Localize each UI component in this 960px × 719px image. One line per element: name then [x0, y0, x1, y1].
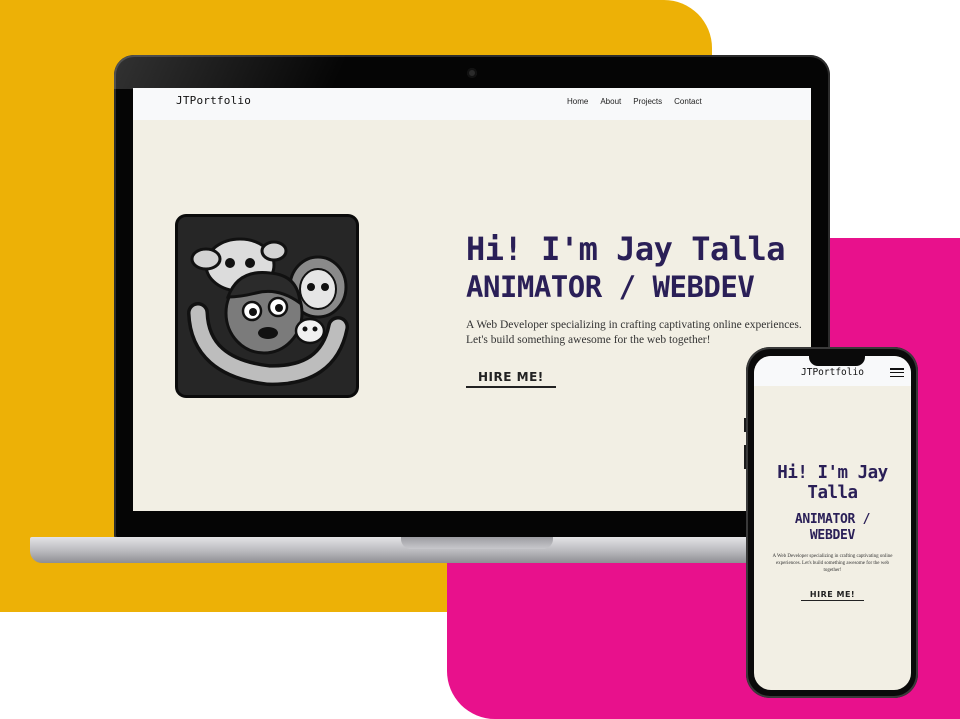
- hero-greeting: Hi! I'm Jay Talla: [466, 230, 786, 268]
- nav-links: Home About Projects Contact: [567, 97, 702, 106]
- hero-role: ANIMATOR / WEBDEV: [466, 270, 755, 304]
- desktop-navbar: JTPortfolio Home About Projects Contact: [133, 88, 811, 120]
- mobile-hero-role: ANIMATOR / WEBDEV: [754, 512, 911, 544]
- phone-notch: [809, 355, 865, 366]
- mobile-brand-logo[interactable]: JTPortfolio: [801, 367, 864, 378]
- nav-link-home[interactable]: Home: [567, 97, 588, 106]
- role-line-1: ANIMATOR /: [794, 512, 871, 527]
- role-line-2: WEBDEV: [809, 528, 856, 543]
- mobile-hire-me-button[interactable]: HIRE ME!: [800, 590, 865, 601]
- hire-me-button[interactable]: HIRE ME!: [466, 370, 556, 388]
- nav-link-about[interactable]: About: [600, 97, 621, 106]
- mobile-cta-wrap: HIRE ME!: [754, 582, 911, 601]
- mobile-hero-greeting: Hi! I'm Jay Talla: [754, 463, 911, 503]
- brand-logo[interactable]: JTPortfolio: [176, 94, 251, 107]
- hamburger-menu-icon[interactable]: [890, 368, 904, 377]
- nav-link-projects[interactable]: Projects: [633, 97, 662, 106]
- webcam-icon: [467, 68, 477, 78]
- greeting-line-1: Hi! I'm Jay: [777, 463, 888, 483]
- greeting-line-2: Talla: [807, 483, 858, 503]
- cartoon-characters-icon: [187, 237, 349, 387]
- laptop-base: [30, 537, 748, 563]
- mobile-hero-description: A Web Developer specializing in crafting…: [772, 554, 893, 573]
- phone-screen: JTPortfolio Hi! I'm Jay Talla ANIMATOR /…: [754, 356, 911, 690]
- avatar-illustration: [178, 217, 356, 395]
- laptop-screen: JTPortfolio Home About Projects Contact: [133, 88, 811, 511]
- laptop-opening-notch: [401, 537, 553, 549]
- nav-link-contact[interactable]: Contact: [674, 97, 702, 106]
- hero-description: A Web Developer specializing in crafting…: [466, 319, 802, 346]
